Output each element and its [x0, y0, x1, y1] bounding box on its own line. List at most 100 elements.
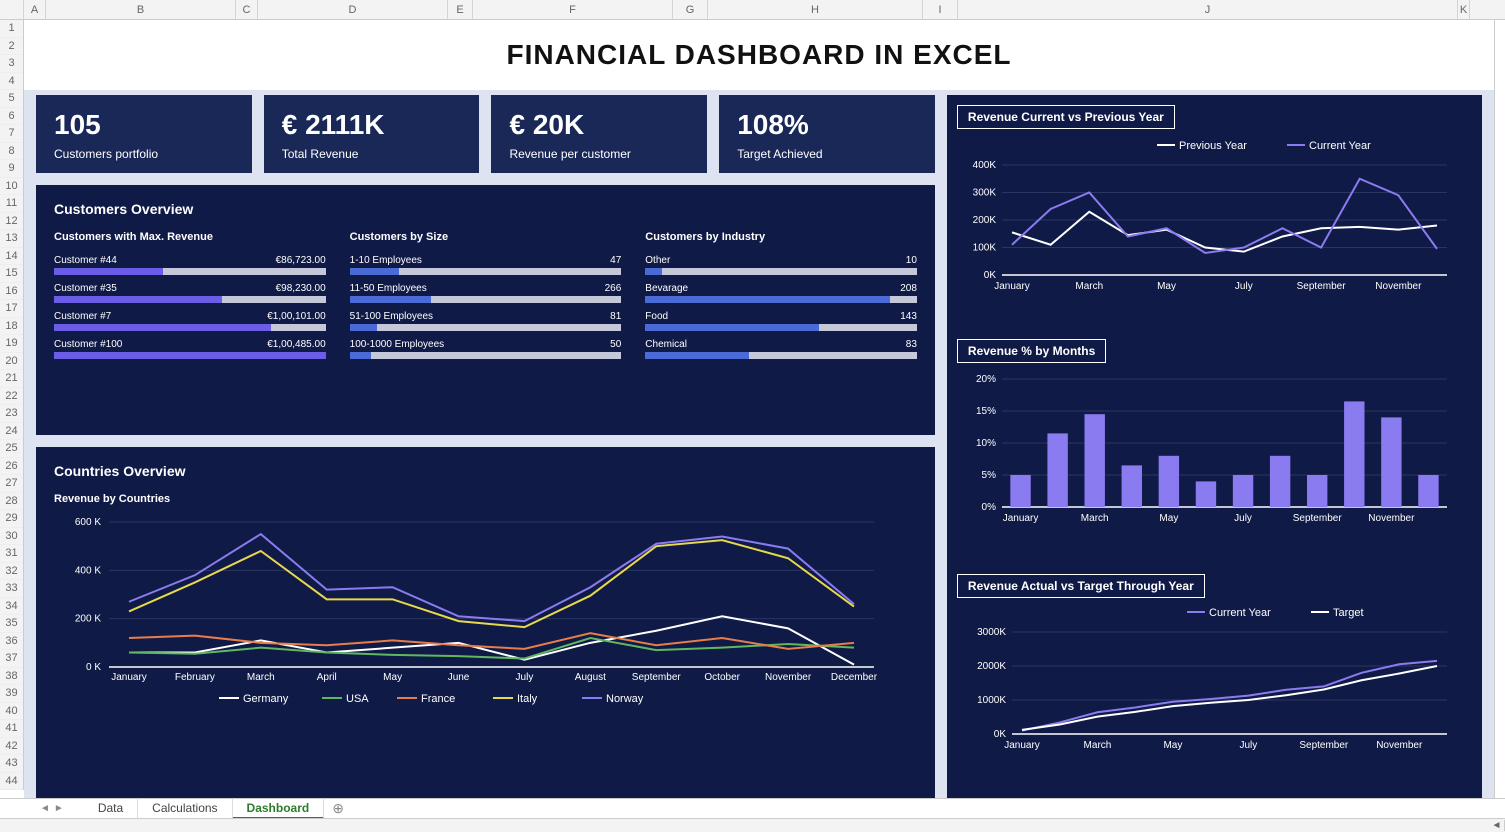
col-header-G[interactable]: G	[673, 0, 708, 19]
row-header-37[interactable]: 37	[0, 650, 23, 668]
row-header-29[interactable]: 29	[0, 510, 23, 528]
bar-row: 51-100 Employees81	[350, 311, 622, 331]
row-header-39[interactable]: 39	[0, 685, 23, 703]
row-header-3[interactable]: 3	[0, 55, 23, 73]
svg-text:September: September	[1293, 513, 1343, 524]
sheet-tab-data[interactable]: Data	[84, 799, 138, 819]
revenue-pct-chart: 0%5%10%15%20%JanuaryMarchMayJulySeptembe…	[957, 367, 1457, 537]
row-header-43[interactable]: 43	[0, 755, 23, 773]
revenue-target-chart: 0K1000K2000K3000KJanuaryMarchMayJulySept…	[957, 602, 1457, 762]
row-header-28[interactable]: 28	[0, 493, 23, 511]
col-header-H[interactable]: H	[708, 0, 923, 19]
svg-text:September: September	[1297, 281, 1347, 292]
row-header-21[interactable]: 21	[0, 370, 23, 388]
row-header-9[interactable]: 9	[0, 160, 23, 178]
revenue-pct-panel: Revenue % by Months 0%5%10%15%20%January…	[947, 329, 1482, 563]
col-header-B[interactable]: B	[46, 0, 236, 19]
add-sheet-icon[interactable]: ⊕	[332, 800, 344, 817]
bar-row: Chemical83	[645, 339, 917, 359]
col-header-E[interactable]: E	[448, 0, 473, 19]
row-header-34[interactable]: 34	[0, 598, 23, 616]
row-header-38[interactable]: 38	[0, 668, 23, 686]
row-header-24[interactable]: 24	[0, 423, 23, 441]
row-header-32[interactable]: 32	[0, 563, 23, 581]
row-header-20[interactable]: 20	[0, 353, 23, 371]
tab-nav-next-icon[interactable]: ►	[54, 803, 64, 814]
svg-text:June: June	[448, 672, 470, 683]
svg-text:Current Year: Current Year	[1309, 140, 1371, 152]
svg-text:Italy: Italy	[517, 693, 538, 705]
bar-row: Customer #7€1,00,101.00	[54, 311, 326, 331]
row-header-35[interactable]: 35	[0, 615, 23, 633]
kpi-value: 105	[54, 109, 234, 141]
kpi-row: 105Customers portfolio€ 2111KTotal Reven…	[36, 95, 935, 173]
kpi-card-3: 108%Target Achieved	[719, 95, 935, 173]
svg-text:May: May	[1157, 281, 1176, 292]
row-header-19[interactable]: 19	[0, 335, 23, 353]
horizontal-scrollbar[interactable]: ◄	[0, 818, 1505, 832]
svg-text:15%: 15%	[976, 406, 996, 417]
revenue-vs-prev-panel: Revenue Current vs Previous Year 0K100K2…	[947, 95, 1482, 329]
svg-text:600 K: 600 K	[75, 517, 101, 528]
svg-text:March: March	[247, 672, 275, 683]
col-header-F[interactable]: F	[473, 0, 673, 19]
svg-text:May: May	[383, 672, 402, 683]
kpi-card-2: € 20KRevenue per customer	[491, 95, 707, 173]
tab-nav-prev-icon[interactable]: ◄	[40, 803, 50, 814]
row-header-27[interactable]: 27	[0, 475, 23, 493]
row-header-42[interactable]: 42	[0, 738, 23, 756]
sheet-tab-calculations[interactable]: Calculations	[138, 799, 232, 819]
row-header-10[interactable]: 10	[0, 178, 23, 196]
col-header-C[interactable]: C	[236, 0, 258, 19]
row-header-1[interactable]: 1	[0, 20, 23, 38]
row-header-14[interactable]: 14	[0, 248, 23, 266]
max-revenue-col: Customers with Max. Revenue Customer #44…	[54, 231, 326, 367]
svg-text:January: January	[1003, 513, 1039, 524]
row-header-22[interactable]: 22	[0, 388, 23, 406]
svg-text:0K: 0K	[994, 729, 1007, 740]
svg-text:0%: 0%	[981, 502, 996, 513]
bar-row: 11-50 Employees266	[350, 283, 622, 303]
col-header-J[interactable]: J	[958, 0, 1458, 19]
col-header-I[interactable]: I	[923, 0, 958, 19]
svg-text:Norway: Norway	[606, 693, 644, 705]
row-header-15[interactable]: 15	[0, 265, 23, 283]
row-header-26[interactable]: 26	[0, 458, 23, 476]
sheet-tab-dashboard[interactable]: Dashboard	[233, 799, 325, 819]
row-header-5[interactable]: 5	[0, 90, 23, 108]
row-header-44[interactable]: 44	[0, 773, 23, 791]
svg-text:Germany: Germany	[243, 693, 289, 705]
row-header-8[interactable]: 8	[0, 143, 23, 161]
row-header-7[interactable]: 7	[0, 125, 23, 143]
row-header-17[interactable]: 17	[0, 300, 23, 318]
row-header-16[interactable]: 16	[0, 283, 23, 301]
row-header-12[interactable]: 12	[0, 213, 23, 231]
revenue-vs-prev-chart: 0K100K200K300K400KJanuaryMarchMayJulySep…	[957, 133, 1457, 303]
svg-text:100K: 100K	[973, 243, 997, 254]
row-header-25[interactable]: 25	[0, 440, 23, 458]
row-header-33[interactable]: 33	[0, 580, 23, 598]
row-header-23[interactable]: 23	[0, 405, 23, 423]
row-header-18[interactable]: 18	[0, 318, 23, 336]
row-header-11[interactable]: 11	[0, 195, 23, 213]
svg-text:March: March	[1083, 740, 1111, 751]
row-header-13[interactable]: 13	[0, 230, 23, 248]
col-header-D[interactable]: D	[258, 0, 448, 19]
row-header-6[interactable]: 6	[0, 108, 23, 126]
row-header-40[interactable]: 40	[0, 703, 23, 721]
svg-text:20%: 20%	[976, 374, 996, 385]
row-header-41[interactable]: 41	[0, 720, 23, 738]
col-header-A[interactable]: A	[24, 0, 46, 19]
row-header-31[interactable]: 31	[0, 545, 23, 563]
row-header-2[interactable]: 2	[0, 38, 23, 56]
svg-text:200 K: 200 K	[75, 614, 101, 625]
svg-text:5%: 5%	[981, 470, 996, 481]
svg-text:March: March	[1081, 513, 1109, 524]
row-header-4[interactable]: 4	[0, 73, 23, 91]
col-header-K[interactable]: K	[1458, 0, 1470, 19]
kpi-card-0: 105Customers portfolio	[36, 95, 252, 173]
row-header-36[interactable]: 36	[0, 633, 23, 651]
kpi-label: Target Achieved	[737, 147, 917, 161]
row-header-30[interactable]: 30	[0, 528, 23, 546]
select-all-corner[interactable]	[0, 0, 24, 19]
